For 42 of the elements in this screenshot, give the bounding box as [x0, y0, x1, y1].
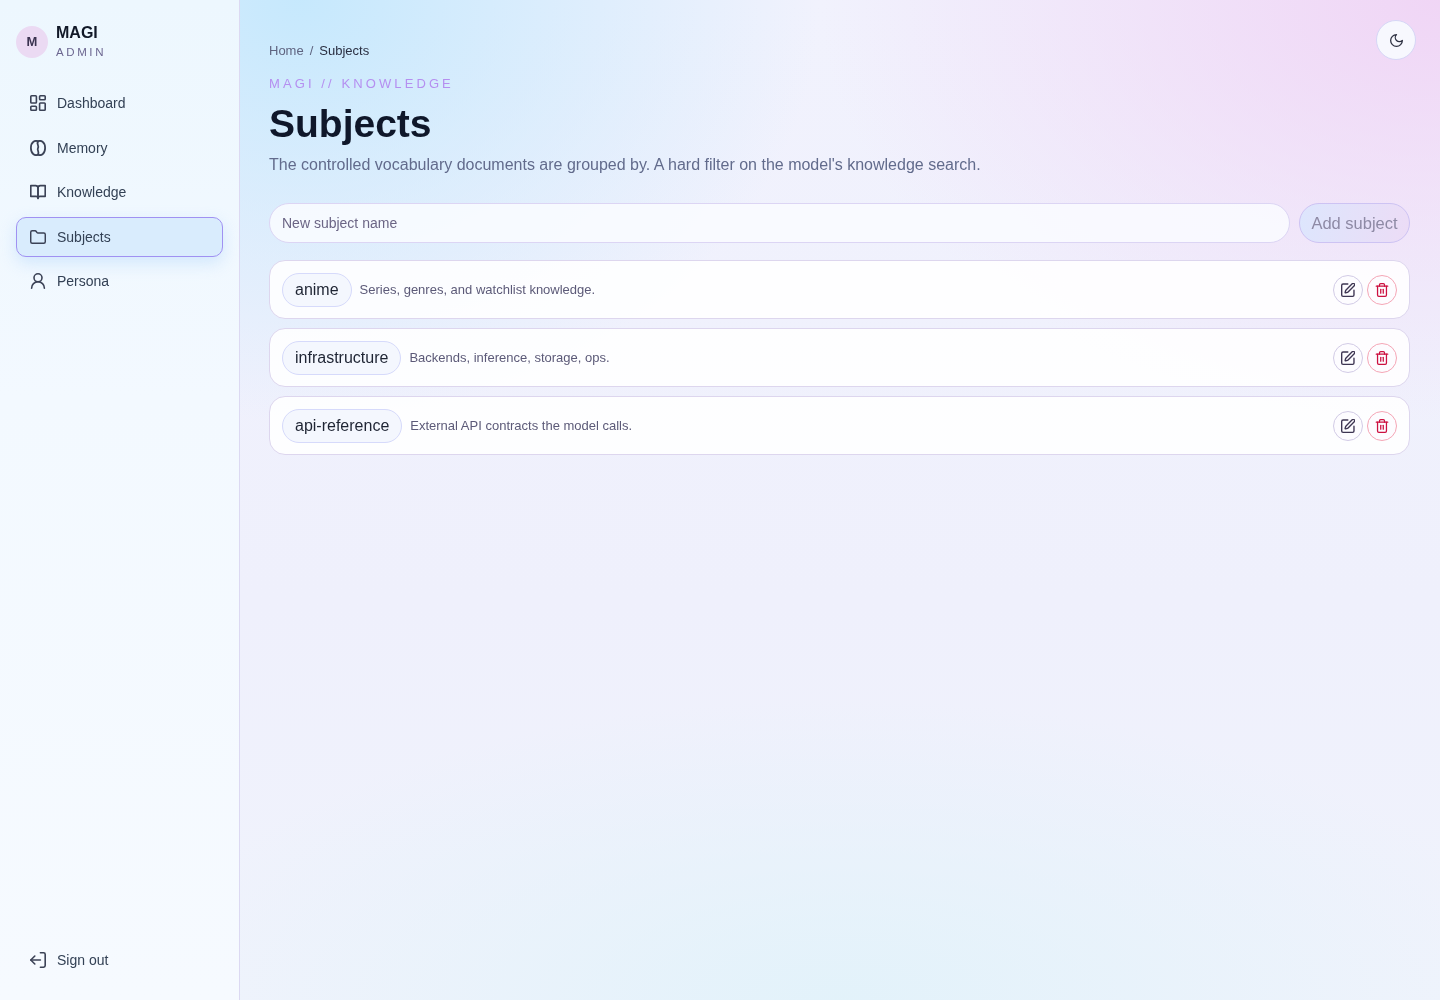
sign-out-icon	[30, 952, 46, 968]
book-icon	[30, 184, 46, 200]
delete-button[interactable]	[1367, 410, 1397, 441]
edit-button[interactable]	[1333, 342, 1363, 373]
edit-icon	[1341, 282, 1355, 297]
edit-icon	[1341, 350, 1355, 365]
trash-icon	[1375, 350, 1389, 365]
delete-button[interactable]	[1367, 342, 1397, 373]
page-description: The controlled vocabulary documents are grouped by. A hard filter on the model's knowledge search.	[269, 156, 981, 174]
subject-description: External API contracts the model calls.	[410, 418, 633, 433]
nav-item[interactable]: Subjects	[16, 216, 223, 257]
subject-description: Series, genres, and watchlist knowledge.	[359, 282, 596, 297]
section-eyebrow: MAGI // KNOWLEDGE	[269, 76, 455, 92]
trash-icon	[1375, 282, 1389, 297]
dashboard-icon	[30, 95, 46, 111]
user-icon	[30, 273, 46, 289]
moon-icon	[1389, 33, 1403, 47]
brain-icon	[30, 139, 46, 156]
trash-icon	[1375, 418, 1389, 433]
brand-name: MAGI	[56, 24, 99, 42]
subject-name-tag: anime	[282, 272, 352, 307]
edit-icon	[1341, 418, 1355, 433]
nav-item[interactable]: Knowledge	[16, 172, 223, 212]
subject-name-tag: infrastructure	[282, 340, 402, 375]
theme-toggle-button[interactable]	[1376, 20, 1416, 60]
breadcrumb-link[interactable]: Home	[269, 43, 304, 59]
brand-subtitle: ADMIN	[56, 45, 107, 59]
subject-name-tag: api-reference	[282, 408, 403, 443]
nav-item[interactable]: Dashboard	[16, 83, 223, 123]
page-title: Subjects	[269, 102, 433, 146]
breadcrumb-current: Subjects	[319, 43, 370, 59]
nav-item[interactable]: Memory	[16, 127, 223, 168]
edit-button[interactable]	[1333, 274, 1363, 305]
folder-icon	[30, 228, 46, 245]
edit-button[interactable]	[1333, 410, 1363, 441]
sign-out-link[interactable]: Sign out	[16, 940, 223, 980]
subject-description: Backends, inference, storage, ops.	[409, 350, 610, 365]
breadcrumb-separator: /	[309, 43, 314, 59]
brand-avatar: M	[16, 25, 48, 58]
delete-button[interactable]	[1367, 274, 1397, 305]
subject-name-input[interactable]: New subject name	[269, 203, 1290, 243]
nav-item[interactable]: Persona	[16, 261, 223, 301]
